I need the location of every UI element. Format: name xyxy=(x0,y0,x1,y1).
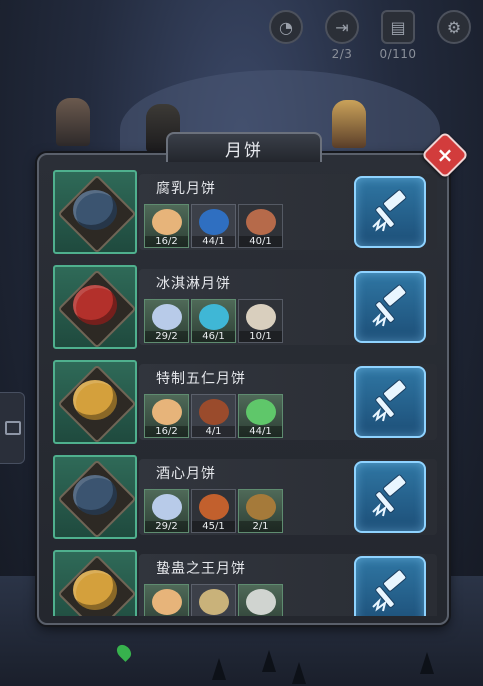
material-slot[interactable]: 16/2 xyxy=(144,394,189,438)
hud-exits[interactable]: ⇥ 2/3 xyxy=(321,10,363,61)
material-list: 16/2 44/1 40/1 xyxy=(144,204,283,248)
material-list: 16/2 4/1 44/1 xyxy=(144,394,283,438)
craft-button[interactable] xyxy=(354,461,426,533)
calendar-icon: ▤ xyxy=(381,10,415,44)
mooncake-thumbnail[interactable] xyxy=(53,265,137,349)
potion-flask-icon xyxy=(246,399,276,425)
character-sprite xyxy=(332,100,366,148)
material-count: 29/2 xyxy=(145,521,188,532)
material-slot[interactable]: 2/1 xyxy=(238,489,283,533)
spiked-ball-icon xyxy=(246,209,276,235)
ice-crystal-icon xyxy=(199,304,229,330)
mooncake-icon xyxy=(73,285,117,325)
hud-timer[interactable]: ◔ xyxy=(265,10,307,60)
material-slot[interactable] xyxy=(238,584,283,616)
material-count: 4/1 xyxy=(192,426,235,437)
liquor-jar-icon xyxy=(199,494,229,520)
character-sprite xyxy=(56,98,90,146)
mooncake-thumbnail[interactable] xyxy=(53,170,137,254)
material-slot[interactable]: 44/1 xyxy=(191,204,236,248)
gear-icon: ⚙ xyxy=(437,10,471,44)
material-slot[interactable]: 4/1 xyxy=(191,394,236,438)
recipe-name: 冰淇淋月饼 xyxy=(156,276,231,292)
timer-icon: ◔ xyxy=(269,10,303,44)
recipe-list[interactable]: 腐乳月饼 16/2 44/1 40/1 冰淇淋月饼 29/2 46/1 10/1… xyxy=(51,168,437,616)
craft-button[interactable] xyxy=(354,271,426,343)
material-count: 2/1 xyxy=(239,521,282,532)
material-count: 10/1 xyxy=(239,331,282,342)
cake-slice-icon xyxy=(199,399,229,425)
hammer-icon xyxy=(372,284,407,327)
recipe-name: 腐乳月饼 xyxy=(156,181,216,197)
recipe-row: 特制五仁月饼 16/2 4/1 44/1 xyxy=(51,358,437,444)
material-slot[interactable]: 40/1 xyxy=(238,204,283,248)
material-slot[interactable]: 29/2 xyxy=(144,489,189,533)
material-slot[interactable]: 29/2 xyxy=(144,299,189,343)
chat-icon xyxy=(5,421,21,435)
craft-button[interactable] xyxy=(354,556,426,616)
recipe-name: 酒心月饼 xyxy=(156,466,216,482)
tree-icon xyxy=(262,650,276,672)
material-count: 46/1 xyxy=(192,331,235,342)
material-count: 16/2 xyxy=(145,236,188,247)
herb-sprig-icon xyxy=(246,589,276,615)
mooncake-icon xyxy=(73,570,117,610)
material-count: 45/1 xyxy=(192,521,235,532)
flour-pile-icon xyxy=(152,209,182,235)
recipe-name: 特制五仁月饼 xyxy=(156,371,246,387)
hammer-icon xyxy=(372,569,407,612)
tray-icon xyxy=(199,589,229,615)
recipe-row: 腐乳月饼 16/2 44/1 40/1 xyxy=(51,168,437,254)
wine-bottle-icon xyxy=(246,494,276,520)
hud-settings[interactable]: ⚙ xyxy=(433,10,475,60)
panel-title: 月饼 xyxy=(166,132,322,162)
material-slot[interactable]: 44/1 xyxy=(238,394,283,438)
material-count: 40/1 xyxy=(239,236,282,247)
craft-button[interactable] xyxy=(354,366,426,438)
material-slot[interactable]: 45/1 xyxy=(191,489,236,533)
tree-icon xyxy=(420,652,434,674)
sugar-pile-icon xyxy=(152,304,182,330)
material-slot[interactable]: 16/2 xyxy=(144,204,189,248)
flour-pile-icon xyxy=(152,399,182,425)
material-list xyxy=(144,584,283,616)
close-icon: × xyxy=(436,143,454,167)
side-chat-tab[interactable] xyxy=(0,392,25,464)
recipe-row: 冰淇淋月饼 29/2 46/1 10/1 xyxy=(51,263,437,349)
flour-pile-icon xyxy=(152,589,182,615)
recipe-row: 蛰蛊之王月饼 xyxy=(51,548,437,616)
hammer-icon xyxy=(372,379,407,422)
mooncake-thumbnail[interactable] xyxy=(53,455,137,539)
recipe-row: 酒心月饼 29/2 45/1 2/1 xyxy=(51,453,437,539)
sugar-pile-icon xyxy=(152,494,182,520)
material-slot[interactable] xyxy=(144,584,189,616)
material-slot[interactable]: 10/1 xyxy=(238,299,283,343)
paint-palette-icon xyxy=(246,304,276,330)
material-count: 16/2 xyxy=(145,426,188,437)
material-slot[interactable]: 46/1 xyxy=(191,299,236,343)
hammer-icon xyxy=(372,189,407,232)
hammer-icon xyxy=(372,474,407,517)
material-slot[interactable] xyxy=(191,584,236,616)
material-list: 29/2 46/1 10/1 xyxy=(144,299,283,343)
tree-icon xyxy=(292,662,306,684)
exit-count: 2/3 xyxy=(331,47,353,61)
material-count: 44/1 xyxy=(239,426,282,437)
craft-button[interactable] xyxy=(354,176,426,248)
top-hud: ◔ ⇥ 2/3 ▤ 0/110 ⚙ xyxy=(265,10,475,61)
water-tank-icon xyxy=(199,209,229,235)
material-count: 44/1 xyxy=(192,236,235,247)
recipe-name: 蛰蛊之王月饼 xyxy=(156,561,246,577)
day-count: 0/110 xyxy=(379,47,417,61)
hud-days[interactable]: ▤ 0/110 xyxy=(377,10,419,61)
material-count: 29/2 xyxy=(145,331,188,342)
mooncake-thumbnail[interactable] xyxy=(53,360,137,444)
tree-icon xyxy=(212,658,226,680)
mooncake-thumbnail[interactable] xyxy=(53,550,137,616)
material-list: 29/2 45/1 2/1 xyxy=(144,489,283,533)
mooncake-icon xyxy=(73,380,117,420)
mooncake-icon xyxy=(73,190,117,230)
mooncake-icon xyxy=(73,475,117,515)
door-exit-icon: ⇥ xyxy=(325,10,359,44)
